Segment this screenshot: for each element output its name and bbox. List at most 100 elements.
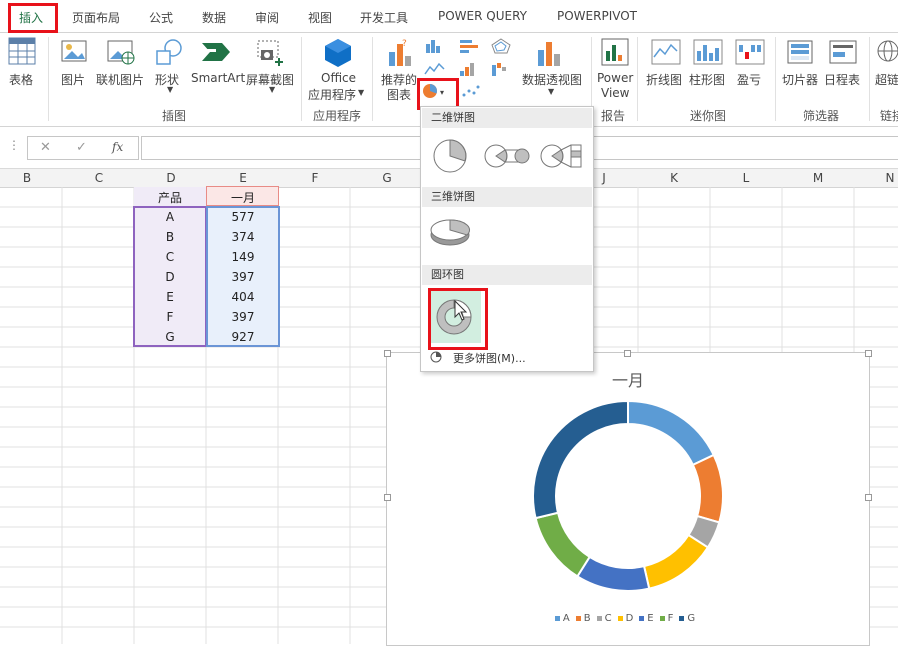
- online-picture-button[interactable]: 联机图片: [96, 71, 144, 88]
- recommended-charts-line2[interactable]: 图表: [387, 86, 411, 103]
- resize-handle[interactable]: [865, 350, 872, 357]
- tab-developer[interactable]: 开发工具: [360, 9, 408, 26]
- column-chart-icon[interactable]: [424, 38, 446, 54]
- screenshot-icon[interactable]: [255, 38, 285, 66]
- column-header[interactable]: J: [597, 171, 611, 185]
- sparkline-winloss-button[interactable]: 盈亏: [737, 71, 761, 88]
- tab-page-layout[interactable]: 页面布局: [72, 9, 120, 26]
- column-header[interactable]: K: [667, 171, 681, 185]
- column-header[interactable]: C: [92, 171, 106, 185]
- tab-data[interactable]: 数据: [202, 9, 226, 26]
- tab-formulas[interactable]: 公式: [149, 9, 173, 26]
- cell-value[interactable]: 149: [207, 250, 279, 264]
- power-view-icon[interactable]: [600, 37, 630, 67]
- waterfall-chart-icon[interactable]: [490, 61, 512, 77]
- tab-power-query[interactable]: POWER QUERY: [438, 9, 527, 23]
- legend-item[interactable]: A: [554, 613, 570, 624]
- enter-icon[interactable]: ✓: [76, 140, 87, 155]
- tab-review[interactable]: 审阅: [255, 9, 279, 26]
- timeline-button[interactable]: 日程表: [824, 71, 860, 88]
- column-header[interactable]: N: [883, 171, 897, 185]
- doughnut-icon[interactable]: [433, 295, 479, 339]
- office-apps-line2[interactable]: 应用程序: [308, 86, 356, 103]
- picture-button[interactable]: 图片: [61, 71, 85, 88]
- pivot-chart-button[interactable]: 数据透视图: [522, 71, 582, 88]
- pie-chart-icon[interactable]: ▾: [421, 82, 451, 100]
- legend-item[interactable]: D: [617, 613, 633, 624]
- chart-legend[interactable]: A B C D E F G: [387, 613, 869, 624]
- column-header[interactable]: L: [739, 171, 753, 185]
- slicer-button[interactable]: 切片器: [782, 71, 818, 88]
- cell-value[interactable]: 927: [207, 330, 279, 344]
- smartart-button[interactable]: SmartArt: [191, 71, 245, 85]
- pie-of-pie-icon[interactable]: [483, 141, 533, 171]
- slicer-icon[interactable]: [786, 39, 814, 65]
- donut-slice-A[interactable]: [627, 399, 716, 467]
- scatter-chart-icon[interactable]: [460, 83, 486, 99]
- legend-item[interactable]: G: [679, 613, 695, 624]
- cell-value[interactable]: 404: [207, 290, 279, 304]
- hierarchy-chart-icon[interactable]: [458, 61, 484, 77]
- cancel-icon[interactable]: ✕: [40, 140, 51, 155]
- tab-powerpivot[interactable]: POWERPIVOT: [557, 9, 637, 23]
- tab-view[interactable]: 视图: [308, 9, 332, 26]
- resize-handle[interactable]: [865, 494, 872, 501]
- donut-slice-B[interactable]: [691, 453, 724, 524]
- legend-item[interactable]: E: [639, 613, 654, 624]
- legend-item[interactable]: C: [596, 613, 612, 624]
- legend-item[interactable]: B: [575, 613, 591, 624]
- power-view-line2[interactable]: View: [601, 86, 629, 100]
- pie-3d-icon[interactable]: [429, 215, 473, 249]
- column-header[interactable]: B: [20, 171, 34, 185]
- sparkline-column-button[interactable]: 柱形图: [689, 71, 725, 88]
- timeline-icon[interactable]: [828, 39, 858, 65]
- sparkline-winloss-icon[interactable]: [735, 39, 765, 65]
- table-button[interactable]: 表格: [9, 71, 33, 88]
- doughnut-chart[interactable]: 一月 ABCDEFG: [386, 352, 870, 646]
- online-picture-icon[interactable]: [106, 38, 136, 66]
- more-pie-charts-link[interactable]: 更多饼图(M)...: [453, 350, 526, 366]
- cell-value[interactable]: 397: [207, 270, 279, 284]
- hyperlink-icon[interactable]: [876, 39, 898, 65]
- legend-item[interactable]: F: [659, 613, 673, 624]
- column-header[interactable]: D: [164, 171, 178, 185]
- cell-product[interactable]: A: [134, 210, 206, 224]
- donut-slice-D[interactable]: [642, 533, 710, 590]
- donut-plot[interactable]: [387, 353, 869, 645]
- column-header[interactable]: E: [236, 171, 250, 185]
- header-product[interactable]: 产品: [134, 189, 206, 206]
- cell-value[interactable]: 374: [207, 230, 279, 244]
- power-view-line1[interactable]: Power: [597, 71, 633, 85]
- header-month[interactable]: 一月: [207, 189, 279, 206]
- more-options-icon[interactable]: ⋮: [8, 138, 20, 152]
- cell-product[interactable]: D: [134, 270, 206, 284]
- pie-2d-icon[interactable]: [431, 137, 471, 175]
- resize-handle[interactable]: [384, 350, 391, 357]
- sparkline-column-icon[interactable]: [693, 39, 723, 65]
- column-header[interactable]: F: [308, 171, 322, 185]
- office-apps-line1[interactable]: Office: [321, 71, 356, 85]
- sparkline-line-button[interactable]: 折线图: [646, 71, 682, 88]
- donut-slice-G[interactable]: [532, 399, 629, 520]
- cell-product[interactable]: E: [134, 290, 206, 304]
- pivot-chart-icon[interactable]: [534, 38, 566, 68]
- cell-value[interactable]: 577: [207, 210, 279, 224]
- column-header[interactable]: M: [811, 171, 825, 185]
- sparkline-line-icon[interactable]: [651, 39, 681, 65]
- cell-product[interactable]: C: [134, 250, 206, 264]
- tab-insert[interactable]: 插入: [19, 9, 43, 26]
- smartart-icon[interactable]: [200, 39, 232, 65]
- office-apps-icon[interactable]: [322, 37, 354, 69]
- hyperlink-button[interactable]: 超链: [875, 71, 898, 88]
- donut-slice-F[interactable]: [534, 511, 592, 578]
- cell-product[interactable]: B: [134, 230, 206, 244]
- shapes-icon[interactable]: [154, 37, 184, 67]
- resize-handle[interactable]: [624, 350, 631, 357]
- insert-function-icon[interactable]: fx: [112, 140, 123, 154]
- recommended-charts-icon[interactable]: ?: [386, 38, 416, 68]
- cell-product[interactable]: G: [134, 330, 206, 344]
- donut-slice-E[interactable]: [575, 555, 651, 592]
- resize-handle[interactable]: [384, 494, 391, 501]
- table-icon[interactable]: [8, 37, 36, 65]
- line-chart-icon[interactable]: [424, 61, 446, 77]
